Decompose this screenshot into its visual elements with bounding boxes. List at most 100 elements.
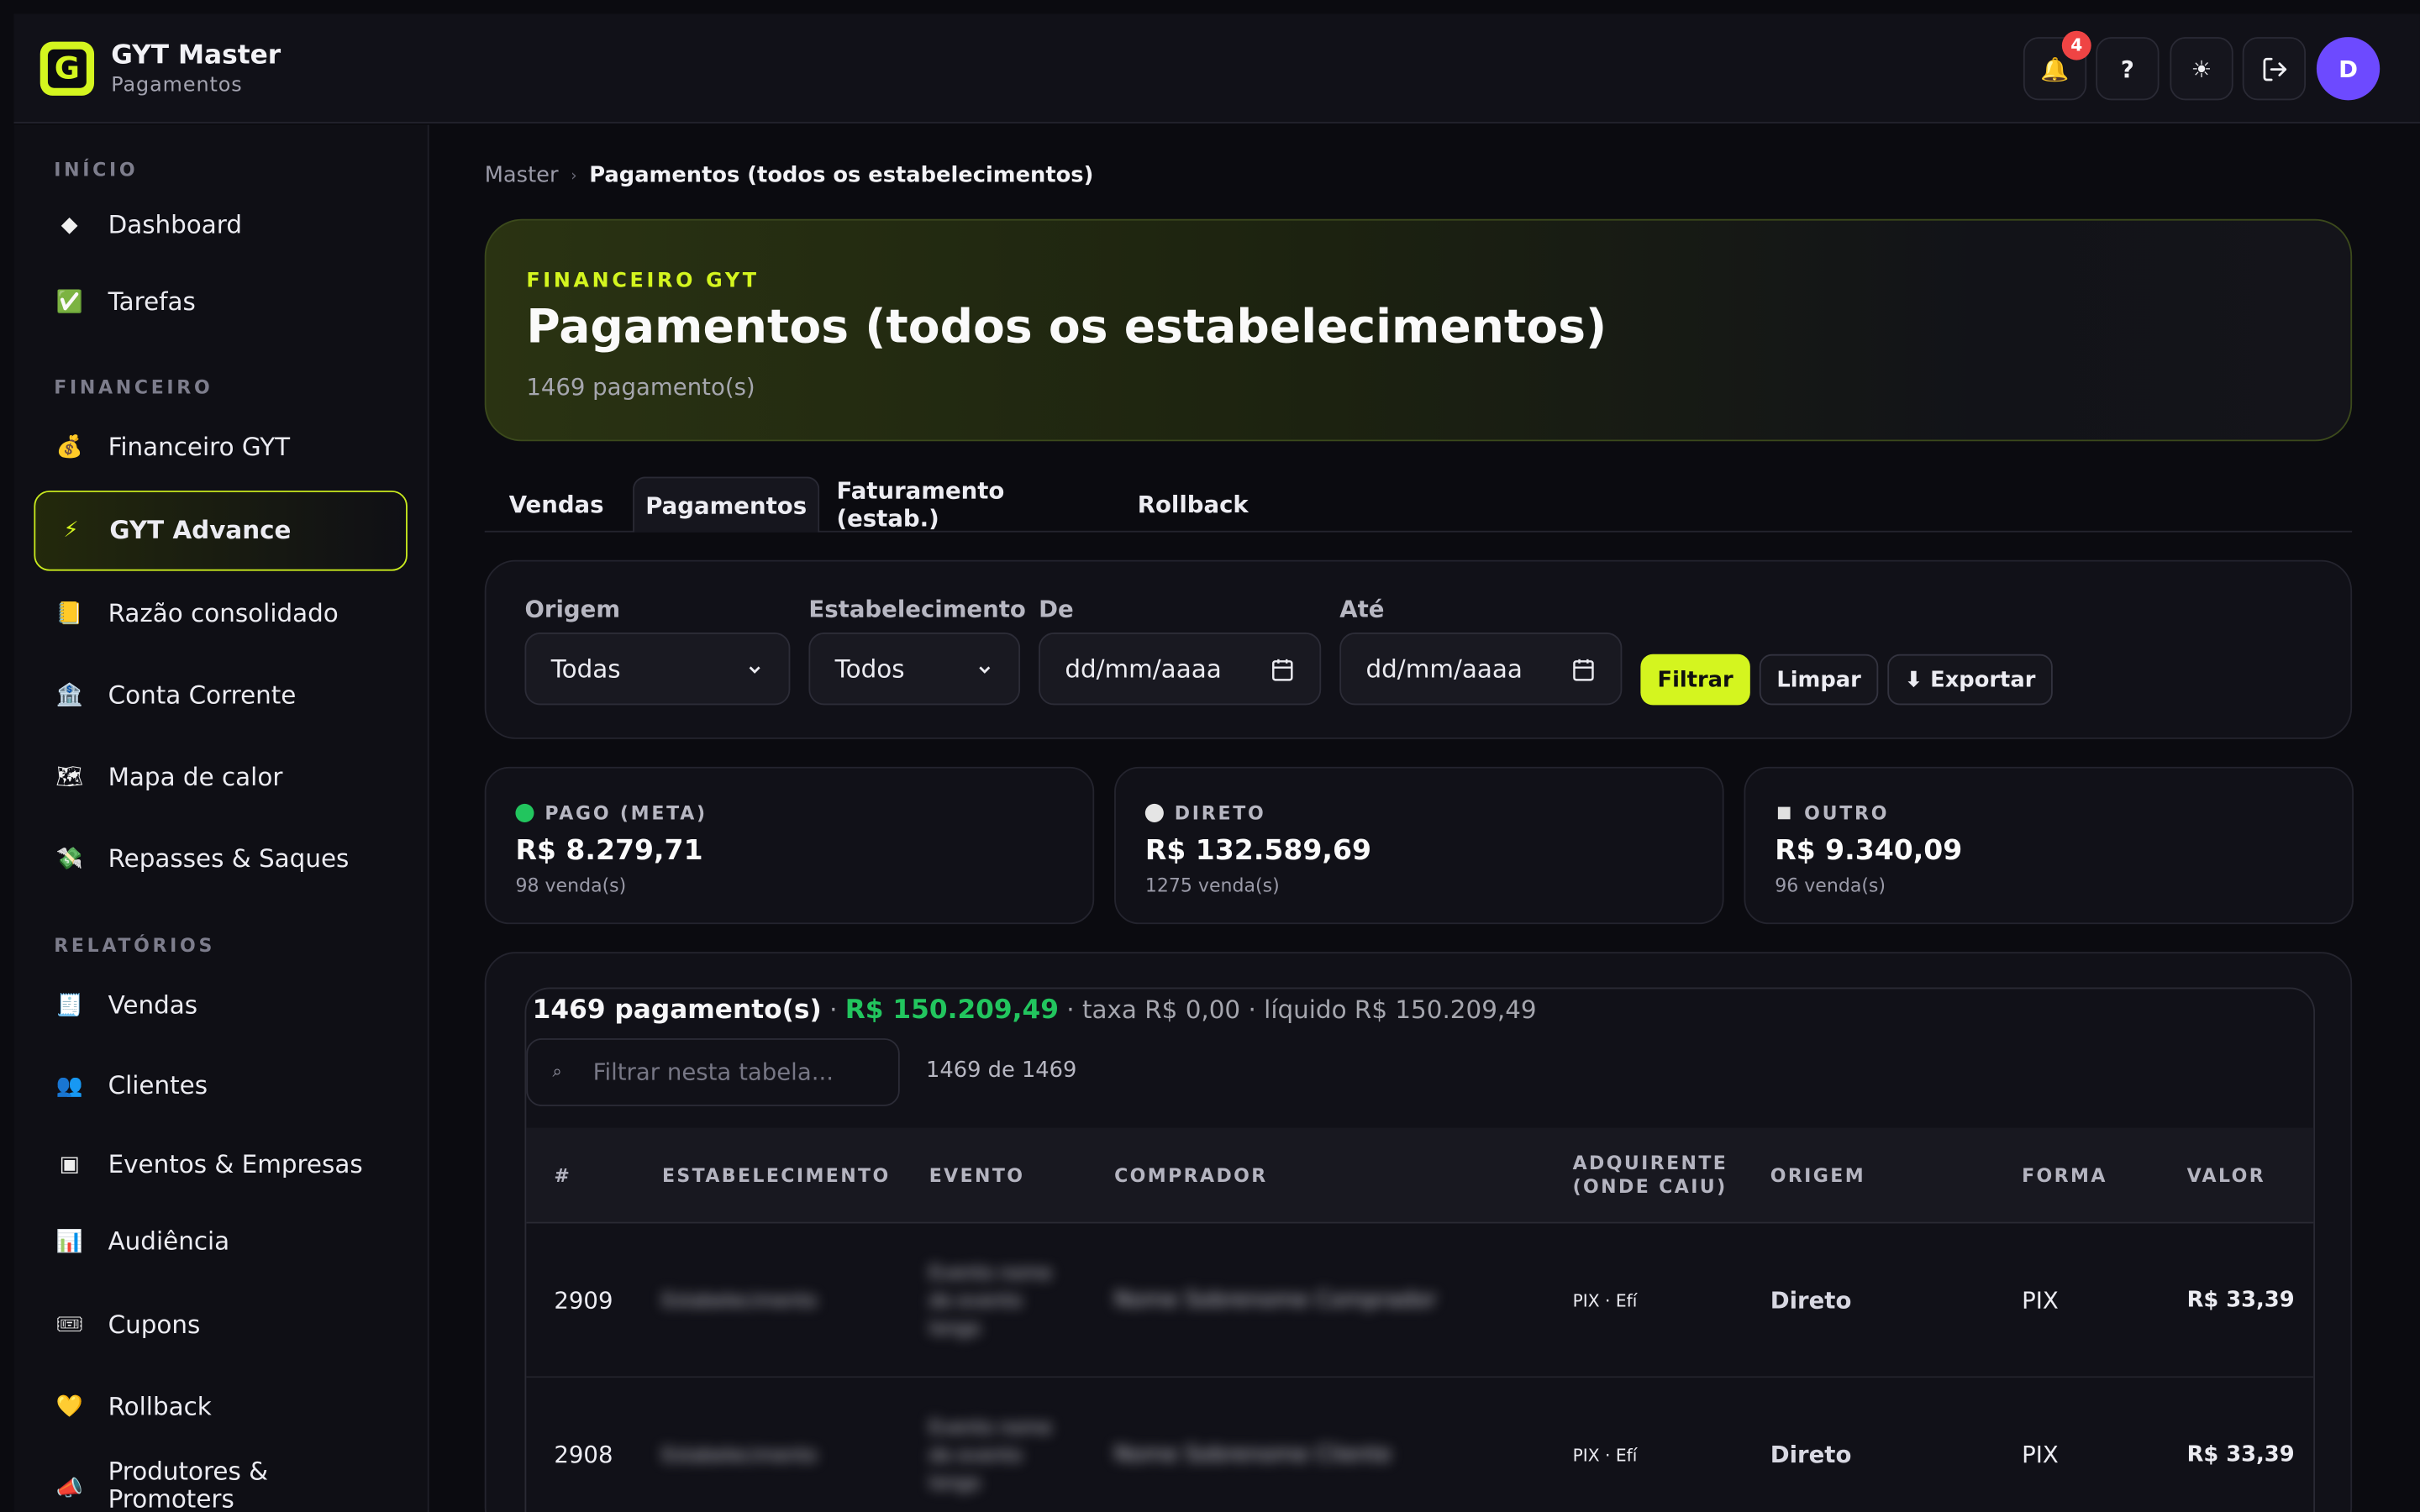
card-title: DIRETO: [1174, 802, 1266, 824]
sidebar-item-label: Produtores & Promoters: [108, 1456, 269, 1512]
chevron-down-icon: [749, 665, 760, 673]
app-logo[interactable]: G: [39, 41, 95, 96]
calendar-icon[interactable]: [1270, 657, 1295, 681]
ticket-icon: 🎟: [55, 1313, 83, 1338]
bar-chart-icon: 📊: [55, 1229, 83, 1255]
column-header-comprador[interactable]: COMPRADOR: [1114, 1128, 1268, 1224]
sidebar-item-label: Cupons: [108, 1310, 201, 1340]
limpar-button[interactable]: Limpar: [1759, 654, 1879, 706]
card-sub: 1275 venda(s): [1144, 874, 1280, 897]
table-search-input[interactable]: ⌕ Filtrar nesta tabela...: [526, 1038, 900, 1106]
table-row-count: 1469 de 1469: [926, 1058, 1077, 1084]
tab-vendas[interactable]: Vendas: [485, 477, 629, 533]
column-header-evento[interactable]: EVENTO: [929, 1128, 1025, 1224]
cell-id: 2908: [554, 1441, 613, 1469]
sidebar-item-label: Mapa de calor: [108, 762, 283, 792]
tab-rollback[interactable]: Rollback: [1120, 477, 1265, 533]
receipt-icon: 🧾: [55, 993, 83, 1019]
help-icon: ?: [2120, 55, 2134, 83]
green-dot-icon: [515, 803, 534, 822]
ledger-icon: 📒: [55, 601, 83, 627]
top-bar: G GYT Master Pagamentos 🔔 4 ? ☀ D: [13, 13, 2420, 123]
white-dot-icon: [1144, 803, 1164, 822]
column-header-id[interactable]: #: [554, 1128, 571, 1224]
heart-icon: 💛: [55, 1394, 83, 1420]
sidebar-item-eventos-empresas[interactable]: ▣ Eventos & Empresas: [34, 1125, 407, 1205]
users-icon: 👥: [55, 1074, 83, 1099]
square-icon: ▣: [59, 1152, 80, 1178]
cell-estabelecimento: Estabelecimento: [661, 1289, 818, 1312]
sidebar-item-cupons[interactable]: 🎟 Cupons: [34, 1285, 407, 1366]
filters-panel: Origem Todas Estabelecimento Todos De dd…: [484, 559, 2353, 739]
estabelecimento-select[interactable]: Todos: [808, 633, 1021, 706]
column-header-estabelecimento[interactable]: ESTABELECIMENTO: [662, 1128, 891, 1224]
sidebar-item-repasses-saques[interactable]: 💸 Repasses & Saques: [34, 819, 407, 900]
logout-button[interactable]: [2242, 37, 2307, 101]
sidebar-item-rollback[interactable]: 💛 Rollback: [34, 1367, 407, 1447]
cell-adquirente: PIX · Efí: [1572, 1445, 1638, 1465]
column-header-forma[interactable]: FORMA: [2022, 1128, 2107, 1224]
sidebar-section-financeiro: FINANCEIRO: [54, 376, 213, 398]
filtrar-button[interactable]: Filtrar: [1640, 654, 1750, 706]
column-header-origem[interactable]: ORIGEM: [1770, 1128, 1865, 1224]
card-title-row: OUTRO: [1775, 802, 1889, 824]
cell-evento: Evento nome do evento longo: [929, 1416, 1052, 1494]
card-sub: 96 venda(s): [1775, 874, 1886, 897]
sidebar-item-label: Clientes: [108, 1070, 208, 1100]
cell-comprador: Nome Sobrenome Cliente: [1114, 1442, 1392, 1467]
breadcrumb-parent[interactable]: Master: [485, 164, 559, 188]
column-header-adquirente[interactable]: ADQUIRENTE (ONDE CAIU): [1573, 1128, 1743, 1224]
table-row[interactable]: 2909 Estabelecimento Evento nome do even…: [526, 1224, 2314, 1378]
square-icon: [1777, 806, 1791, 820]
summary-card-pago-meta: PAGO (META) R$ 8.279,71 98 venda(s): [484, 766, 1095, 925]
sidebar-item-audiencia[interactable]: 📊 Audiência: [34, 1202, 407, 1283]
sidebar-item-label: Eventos & Empresas: [108, 1149, 363, 1179]
sidebar-item-vendas[interactable]: 🧾 Vendas: [34, 966, 407, 1047]
sidebar-item-razao-consolidado[interactable]: 📒 Razão consolidado: [34, 574, 407, 654]
estabelecimento-label: Estabelecimento: [808, 595, 1026, 624]
de-date-input[interactable]: dd/mm/aaaa: [1039, 633, 1322, 706]
sidebar-item-tarefas[interactable]: ✅ Tarefas: [34, 262, 407, 343]
de-label: De: [1039, 595, 1074, 624]
cell-adquirente: PIX · Efí: [1572, 1290, 1638, 1311]
cell-origem: Direto: [1770, 1286, 1852, 1315]
origem-value: Todas: [550, 654, 621, 684]
column-header-valor[interactable]: VALOR: [2187, 1128, 2266, 1224]
sidebar-item-dashboard[interactable]: ◆ Dashboard: [34, 185, 407, 265]
ate-value: dd/mm/aaaa: [1365, 654, 1523, 684]
origem-select[interactable]: Todas: [524, 633, 791, 706]
sidebar-item-mapa-de-calor[interactable]: 🗺 Mapa de calor: [34, 738, 407, 818]
sidebar-item-produtores-promoters[interactable]: 📣 Produtores & Promoters: [34, 1456, 407, 1512]
lightning-icon: ⚡: [63, 518, 79, 543]
money-wings-icon: 💸: [55, 847, 83, 872]
sidebar-item-gyt-advance[interactable]: ⚡ GYT Advance: [34, 491, 408, 571]
ate-date-input[interactable]: dd/mm/aaaa: [1339, 633, 1623, 706]
logo-letter: G: [47, 49, 87, 88]
page-title: Pagamentos (todos os estabelecimentos): [526, 301, 1607, 355]
user-avatar[interactable]: D: [2316, 37, 2381, 101]
exportar-button[interactable]: ⬇ Exportar: [1887, 654, 2053, 706]
card-title-row: DIRETO: [1144, 802, 1266, 824]
theme-toggle-button[interactable]: ☀: [2170, 37, 2233, 101]
sidebar-item-label: Tarefas: [108, 286, 196, 317]
de-value: dd/mm/aaaa: [1065, 654, 1222, 684]
tab-faturamento[interactable]: Faturamento (estab.): [836, 477, 1106, 533]
card-title-row: PAGO (META): [515, 802, 707, 824]
sidebar-item-clientes[interactable]: 👥 Clientes: [34, 1046, 407, 1126]
sidebar-item-conta-corrente[interactable]: 🏦 Conta Corrente: [34, 656, 407, 737]
notifications-button[interactable]: 🔔 4: [2023, 30, 2091, 101]
card-sub: 98 venda(s): [515, 874, 627, 897]
sidebar-item-financeiro-gyt[interactable]: 💰 Financeiro GYT: [34, 407, 407, 488]
help-button[interactable]: ?: [2096, 37, 2160, 101]
sidebar-item-label: Vendas: [108, 990, 198, 1021]
payments-table: 1469 pagamento(s) · R$ 150.209,49 · taxa…: [524, 987, 2316, 1512]
cell-id: 2909: [554, 1286, 613, 1315]
table-row[interactable]: 2908 Estabelecimento Evento nome do even…: [526, 1378, 2313, 1512]
calendar-icon[interactable]: [1571, 657, 1596, 681]
sidebar-section-relatorios: RELATÓRIOS: [54, 935, 215, 957]
cell-origem: Direto: [1770, 1441, 1852, 1469]
sidebar-item-label: Conta Corrente: [108, 680, 297, 710]
bell-icon: 🔔: [2040, 55, 2070, 83]
table-header: # ESTABELECIMENTO EVENTO COMPRADOR ADQUI…: [526, 1127, 2314, 1224]
tab-pagamentos[interactable]: Pagamentos: [633, 476, 820, 533]
